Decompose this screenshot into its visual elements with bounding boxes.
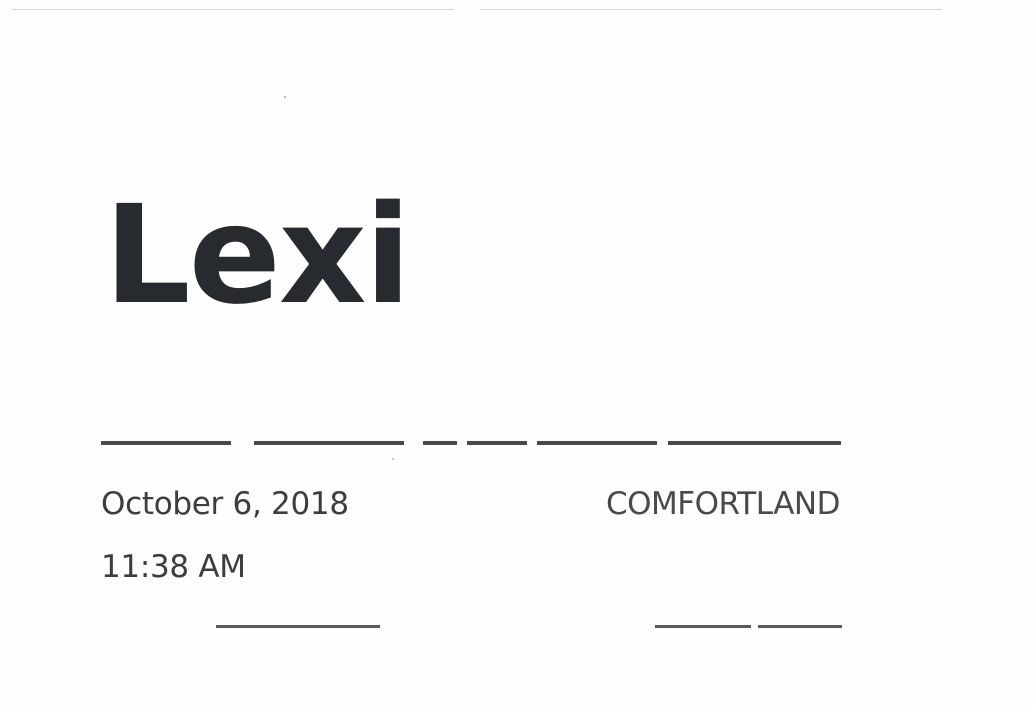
scanned-ticket: Lexi October 6, 2018 11:38 AM COMFORTLAN…	[0, 0, 1034, 708]
bottom-rule-right-b	[758, 625, 842, 628]
bottom-rule-right-a	[655, 625, 751, 628]
divider-segment	[423, 441, 457, 445]
top-rule-right	[480, 9, 942, 10]
scan-speck	[392, 458, 394, 460]
scan-speck	[284, 96, 286, 98]
divider-segment	[254, 441, 404, 445]
time-text: 11:38 AM	[101, 549, 246, 585]
divider-segment	[537, 441, 657, 445]
date-text: October 6, 2018	[101, 486, 349, 522]
divider-segment	[467, 441, 527, 445]
divider-segment	[668, 441, 841, 445]
name-heading: Lexi	[104, 177, 411, 335]
bottom-rule-left	[216, 625, 380, 628]
venue-text: COMFORTLAND	[606, 486, 841, 522]
top-rule-left	[12, 9, 454, 10]
divider-segment	[101, 441, 231, 445]
